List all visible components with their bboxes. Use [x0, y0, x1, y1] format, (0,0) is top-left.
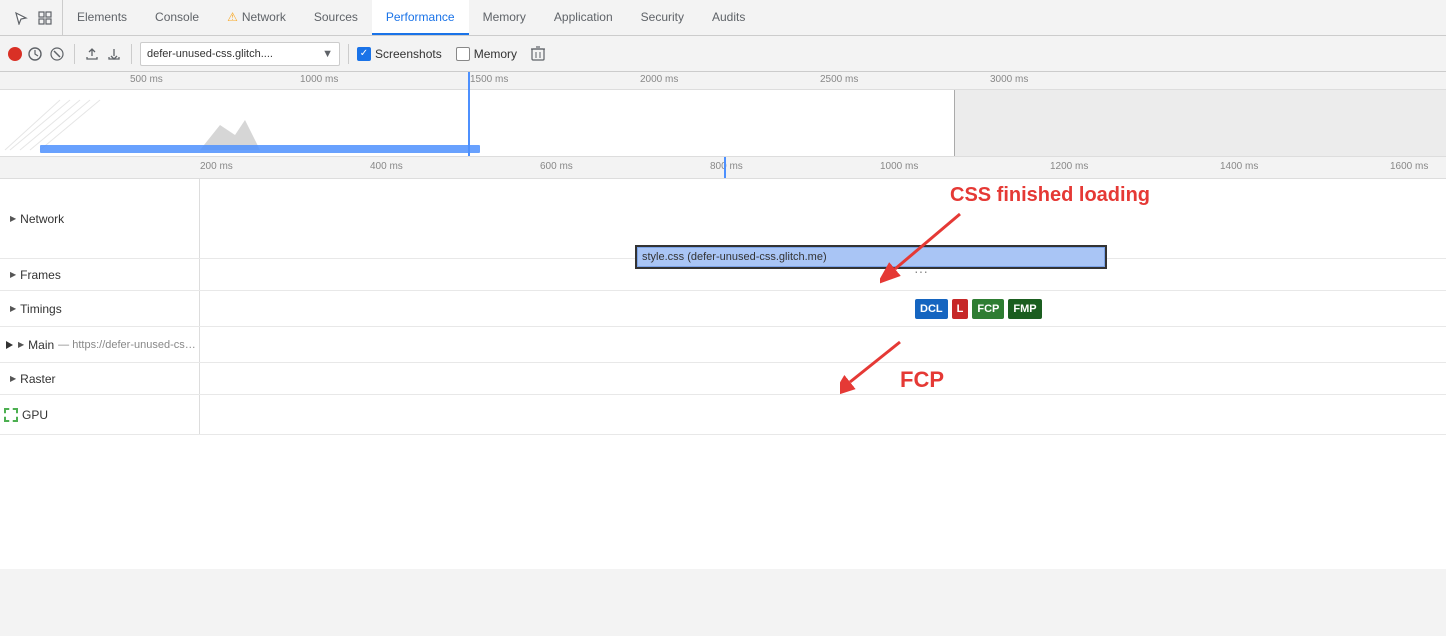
- tab-bar: Elements Console ⚠ Network Sources Perfo…: [0, 0, 1446, 36]
- raster-label[interactable]: ▶ Raster: [0, 363, 200, 394]
- main-label-text: Main: [28, 338, 54, 352]
- frames-expand-icon: ▶: [10, 270, 16, 279]
- flame-ruler-ticks: 200 ms 400 ms 600 ms 800 ms 1000 ms 1200…: [200, 157, 1446, 178]
- ruler-1000ms: 1000 ms: [880, 161, 918, 172]
- tab-memory[interactable]: Memory: [469, 0, 540, 35]
- ruler-800ms: 800 ms: [710, 161, 743, 172]
- gpu-row: GPU: [0, 395, 1446, 435]
- playhead-cursor: [468, 72, 470, 157]
- refresh-record-button[interactable]: [26, 45, 44, 63]
- network-expand-icon: ▶: [10, 214, 16, 223]
- tick-2500: 2500 ms: [820, 74, 858, 85]
- ruler-400ms: 400 ms: [370, 161, 403, 172]
- main-play-icon[interactable]: [0, 340, 18, 350]
- tab-elements[interactable]: Elements: [63, 0, 141, 35]
- l-badge: L: [952, 299, 969, 319]
- url-selector[interactable]: defer-unused-css.glitch.... ▼: [140, 42, 340, 66]
- stop-button[interactable]: [48, 45, 66, 63]
- ruler-cursor: [724, 157, 726, 178]
- tab-network[interactable]: ⚠ Network: [213, 0, 300, 35]
- memory-checkbox[interactable]: [456, 47, 470, 61]
- minimap-ruler: 500 ms 1000 ms 1500 ms 2000 ms 2500 ms 3…: [0, 72, 1446, 90]
- tab-performance[interactable]: Performance: [372, 0, 469, 35]
- screenshots-checkbox-label[interactable]: ✓ Screenshots: [357, 47, 442, 61]
- memory-checkbox-label[interactable]: Memory: [456, 47, 517, 61]
- main-label[interactable]: ▶ Main — https://defer-unused-css.glitch…: [18, 327, 200, 362]
- tab-application[interactable]: Application: [540, 0, 627, 35]
- clear-button[interactable]: [529, 45, 547, 63]
- tab-console[interactable]: Console: [141, 0, 213, 35]
- gpu-icon: [4, 408, 18, 422]
- ruler-1400ms: 1400 ms: [1220, 161, 1258, 172]
- tick-2000: 2000 ms: [640, 74, 678, 85]
- raster-row: ▶ Raster: [0, 363, 1446, 395]
- main-row: ▶ Main — https://defer-unused-css.glitch…: [0, 327, 1446, 363]
- separator-1: [74, 44, 75, 64]
- frames-row: ▶ Frames: [0, 259, 1446, 291]
- fmp-badge: FMP: [1008, 299, 1041, 319]
- tick-1500: 1500 ms: [470, 74, 508, 85]
- ruler-200ms: 200 ms: [200, 161, 233, 172]
- main-expand-icon: ▶: [18, 340, 24, 349]
- main-url: — https://defer-unused-css.glitch.me/ind…: [58, 339, 199, 351]
- record-button[interactable]: [8, 47, 22, 61]
- timings-expand-icon: ▶: [10, 304, 16, 313]
- dcl-badge: DCL: [915, 299, 948, 319]
- url-text: defer-unused-css.glitch....: [147, 48, 318, 60]
- tick-500: 500 ms: [130, 74, 163, 85]
- frames-label[interactable]: ▶ Frames: [0, 259, 200, 290]
- flame-body: ▶ Network style.css (defer-unused-css.gl…: [0, 179, 1446, 569]
- timings-label[interactable]: ▶ Timings: [0, 291, 200, 326]
- ruler-1600ms: 1600 ms: [1390, 161, 1428, 172]
- network-row: ▶ Network style.css (defer-unused-css.gl…: [0, 179, 1446, 259]
- fcp-badge: FCP: [972, 299, 1004, 319]
- gpu-label[interactable]: GPU: [0, 395, 200, 434]
- minimap-overview: 500 ms 1000 ms 1500 ms 2000 ms 2500 ms 3…: [0, 72, 1446, 157]
- unselected-region: [955, 90, 1446, 157]
- selected-region: [0, 90, 955, 157]
- network-label[interactable]: ▶ Network: [0, 179, 200, 258]
- upload-button[interactable]: [83, 45, 101, 63]
- tab-security[interactable]: Security: [627, 0, 698, 35]
- raster-expand-icon: ▶: [10, 374, 16, 383]
- separator-2: [131, 44, 132, 64]
- timing-badges: DCL L FCP FMP: [915, 299, 1044, 319]
- timings-row: ▶ Timings DCL L FCP FMP: [0, 291, 1446, 327]
- devtools-icons: [4, 0, 63, 35]
- flame-ruler: 200 ms 400 ms 600 ms 800 ms 1000 ms 1200…: [0, 157, 1446, 179]
- inspect-icon[interactable]: [36, 9, 54, 27]
- ruler-1200ms: 1200 ms: [1050, 161, 1088, 172]
- warning-icon: ⚠: [227, 10, 238, 24]
- performance-toolbar: defer-unused-css.glitch.... ▼ ✓ Screensh…: [0, 36, 1446, 72]
- tab-audits[interactable]: Audits: [698, 0, 759, 35]
- cursor-icon[interactable]: [12, 9, 30, 27]
- ruler-600ms: 600 ms: [540, 161, 573, 172]
- tick-1000: 1000 ms: [300, 74, 338, 85]
- download-button[interactable]: [105, 45, 123, 63]
- url-dropdown-arrow: ▼: [322, 48, 333, 60]
- tab-sources[interactable]: Sources: [300, 0, 372, 35]
- tick-3000: 3000 ms: [990, 74, 1028, 85]
- screenshots-checkbox[interactable]: ✓: [357, 47, 371, 61]
- separator-3: [348, 44, 349, 64]
